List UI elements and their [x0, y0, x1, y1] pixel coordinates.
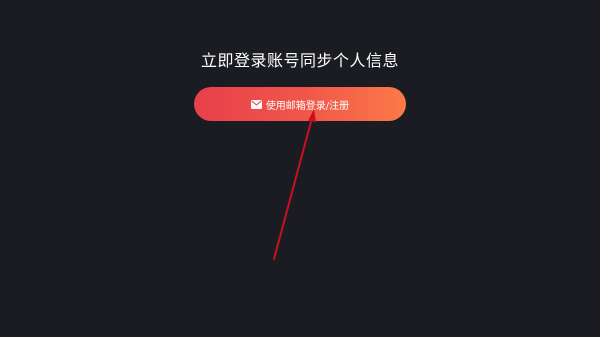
- mail-icon: [250, 99, 262, 109]
- email-login-button-label: 使用邮箱登录/注册: [265, 100, 350, 112]
- email-login-button[interactable]: 使用邮箱登录/注册: [194, 87, 406, 121]
- login-prompt-text: 立即登录账号同步个人信息: [200, 51, 399, 70]
